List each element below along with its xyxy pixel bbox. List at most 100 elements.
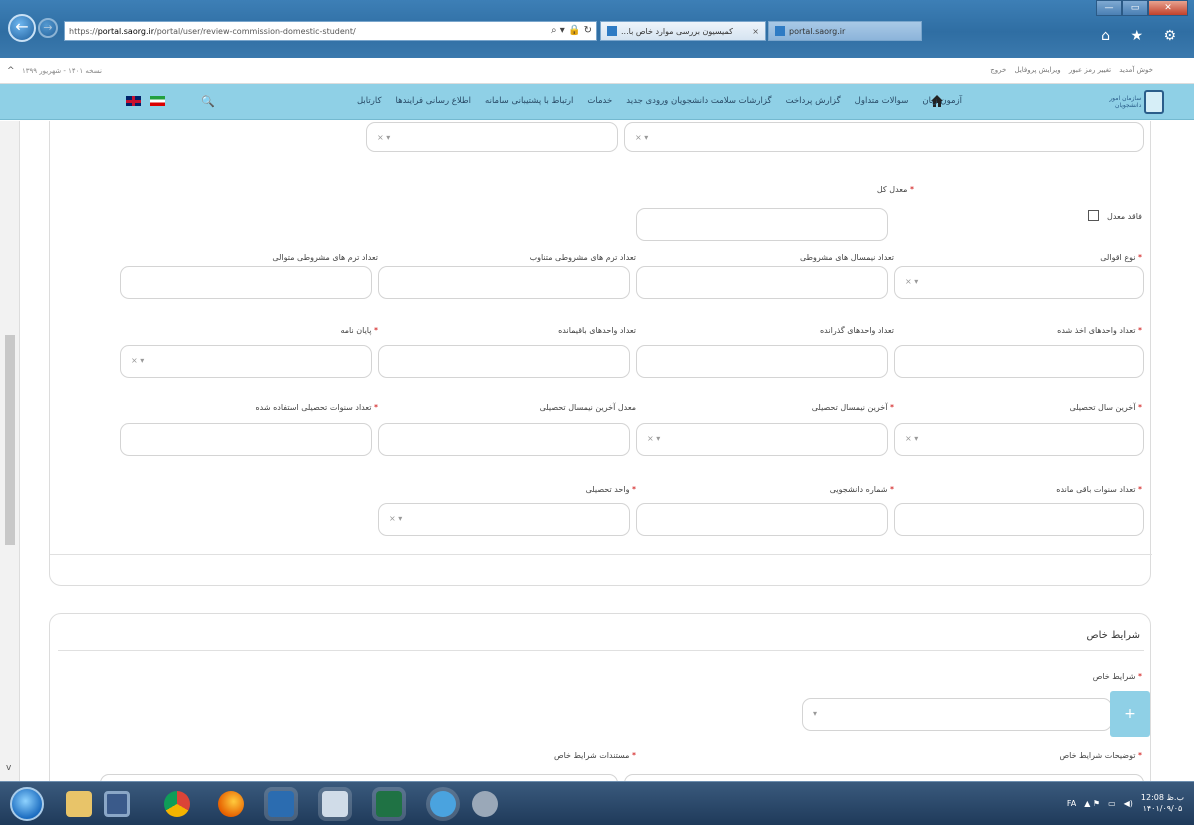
- required-mark: *: [1138, 672, 1142, 681]
- no-gpa-checkbox[interactable]: [1088, 210, 1099, 221]
- edit-profile-link[interactable]: ویرایش پروفایل: [1015, 66, 1061, 74]
- forward-button[interactable]: →: [38, 18, 58, 38]
- menu-health-reports[interactable]: گزارشات سلامت دانشجویان ورودی جدید: [626, 96, 771, 106]
- conditional-semesters-label: تعداد نیمسال های مشروطی: [800, 253, 894, 262]
- clear-icon[interactable]: × ▾: [131, 356, 144, 365]
- label-text: تعداد واحدهای باقیمانده: [558, 326, 636, 335]
- chrome-icon[interactable]: [164, 791, 190, 817]
- clear-icon[interactable]: × ▾: [647, 434, 660, 443]
- special-documents-upload[interactable]: [100, 774, 618, 781]
- tab-portal[interactable]: portal.saorg.ir: [768, 21, 922, 41]
- special-description-textarea[interactable]: [624, 774, 1144, 781]
- label-text: تعداد نیمسال های مشروطی: [799, 253, 894, 262]
- label-text: مستندات شرایط خاص: [553, 751, 630, 760]
- back-button[interactable]: ←: [8, 14, 36, 42]
- search-icon[interactable]: 🔍: [201, 95, 215, 108]
- menu-faq[interactable]: سوالات متداول: [855, 96, 909, 106]
- years-remaining-input[interactable]: [894, 503, 1144, 536]
- volume-icon[interactable]: ◀): [1124, 799, 1133, 808]
- label-text: توضیحات شرایط خاص: [1059, 751, 1136, 760]
- years-remaining-label: * تعداد سنوات باقی مانده: [1056, 485, 1142, 494]
- minimize-button[interactable]: —: [1096, 0, 1122, 16]
- lync-icon[interactable]: [268, 791, 294, 817]
- url-host: portal.saorg.ir: [97, 26, 154, 36]
- menu-cartable[interactable]: کارتابل: [357, 96, 382, 106]
- consecutive-input[interactable]: [120, 266, 372, 299]
- last-semester-select[interactable]: × ▾: [636, 423, 888, 456]
- paint-icon[interactable]: [322, 791, 348, 817]
- windows-taskbar: FA ▲ ⚑ ▭ ◀) 12:08 ب.ظ ۱۴۰۱/۰۹/۰۵: [0, 781, 1194, 825]
- start-button[interactable]: [10, 787, 44, 821]
- language-indicator[interactable]: FA: [1067, 799, 1076, 808]
- system-tray: FA ▲ ⚑ ▭ ◀) 12:08 ب.ظ ۱۴۰۱/۰۹/۰۵: [1067, 792, 1184, 814]
- logo-text: سازمان امور دانشجویان: [1109, 95, 1142, 109]
- add-condition-button[interactable]: +: [1110, 691, 1150, 737]
- thesis-select[interactable]: × ▾: [120, 345, 372, 378]
- student-id-input[interactable]: [636, 503, 888, 536]
- clear-icon[interactable]: × ▾: [905, 434, 918, 443]
- clear-icon[interactable]: × ▾: [389, 514, 402, 523]
- clear-icon[interactable]: × ▾: [635, 133, 648, 142]
- logout-link[interactable]: خروج: [990, 66, 1006, 74]
- internet-explorer-icon[interactable]: [430, 791, 456, 817]
- excel-icon[interactable]: [376, 791, 402, 817]
- nonconsecutive-input[interactable]: [378, 266, 630, 299]
- menu-process-info[interactable]: اطلاع رسانی فرایندها: [396, 96, 472, 106]
- welcome-link: خوش آمدید: [1119, 66, 1153, 74]
- menu-payment-report[interactable]: گزارش پرداخت: [786, 96, 841, 106]
- tab-commission[interactable]: ...کمیسیون بررسی موارد خاص با ×: [600, 21, 766, 41]
- address-bar[interactable]: https://portal.saorg.ir/portal/user/revi…: [64, 21, 597, 41]
- iran-flag-icon[interactable]: [150, 96, 165, 106]
- special-condition-select[interactable]: ▾: [802, 698, 1112, 731]
- last-semester-gpa-input[interactable]: [378, 423, 630, 456]
- chevron-down-icon[interactable]: v: [6, 763, 11, 773]
- partial-select-field[interactable]: × ▾: [624, 122, 1144, 152]
- label-text: معدل آخرین نیمسال تحصیلی: [539, 403, 636, 412]
- menu-language-test[interactable]: آزمون زبان: [922, 96, 962, 106]
- flag-tray-icon[interactable]: ▲ ⚑: [1084, 799, 1100, 808]
- required-mark: *: [1138, 403, 1142, 412]
- units-remaining-label: تعداد واحدهای باقیمانده: [558, 326, 636, 335]
- change-password-link[interactable]: تغییر رمز عبور: [1069, 66, 1111, 74]
- ftp-client-icon[interactable]: [472, 791, 498, 817]
- chevron-up-icon[interactable]: ^: [7, 66, 15, 76]
- home-star-gear-icon[interactable]: ⌂ ★ ⚙: [1101, 28, 1184, 44]
- required-mark: *: [1138, 751, 1142, 760]
- explorer-icon[interactable]: [66, 791, 92, 817]
- partial-select-field[interactable]: × ▾: [366, 122, 618, 152]
- tab-close-icon[interactable]: ×: [752, 27, 759, 36]
- uk-flag-icon[interactable]: [126, 96, 141, 106]
- special-description-label: * توضیحات شرایط خاص: [1059, 751, 1142, 760]
- select-arrow-icon[interactable]: ▾: [813, 709, 817, 718]
- media-player-icon[interactable]: [104, 791, 130, 817]
- required-mark: *: [1138, 485, 1142, 494]
- menu-support[interactable]: ارتباط با پشتیبانی سامانه: [485, 96, 573, 106]
- years-used-input[interactable]: [120, 423, 372, 456]
- academic-info-card: × ▾ × ▾ * معدل کل فاقد معدل * نوع اقوالی…: [49, 121, 1152, 586]
- maximize-button[interactable]: ▭: [1122, 0, 1148, 16]
- conditional-semesters-input[interactable]: [636, 266, 888, 299]
- units-remaining-input[interactable]: [378, 345, 630, 378]
- last-year-select[interactable]: × ▾: [894, 423, 1144, 456]
- network-icon[interactable]: ▭: [1108, 799, 1116, 808]
- address-controls[interactable]: ⌕ ▾ 🔒 ↻: [551, 25, 592, 36]
- clock[interactable]: 12:08 ب.ظ ۱۴۰۱/۰۹/۰۵: [1141, 792, 1184, 814]
- firefox-icon[interactable]: [218, 791, 244, 817]
- site-logo[interactable]: سازمان امور دانشجویان: [1094, 88, 1164, 116]
- course-type-select[interactable]: × ▾: [894, 266, 1144, 299]
- units-passed-input[interactable]: [636, 345, 888, 378]
- label-text: فاقد معدل: [1107, 212, 1142, 221]
- clear-icon[interactable]: × ▾: [905, 277, 918, 286]
- scrollbar-thumb[interactable]: [5, 335, 15, 545]
- unit-select[interactable]: × ▾: [378, 503, 630, 536]
- menu-services[interactable]: خدمات: [587, 96, 612, 106]
- units-taken-input[interactable]: [894, 345, 1144, 378]
- gpa-total-input[interactable]: [636, 208, 888, 241]
- close-window-button[interactable]: ✕: [1148, 0, 1188, 16]
- required-mark: *: [374, 326, 378, 335]
- label-text: شماره دانشجویی: [829, 485, 888, 494]
- page-scrollbar[interactable]: v: [0, 121, 20, 781]
- required-mark: *: [1138, 253, 1142, 262]
- clear-icon[interactable]: × ▾: [377, 133, 390, 142]
- card-footer-divider: [50, 554, 1152, 555]
